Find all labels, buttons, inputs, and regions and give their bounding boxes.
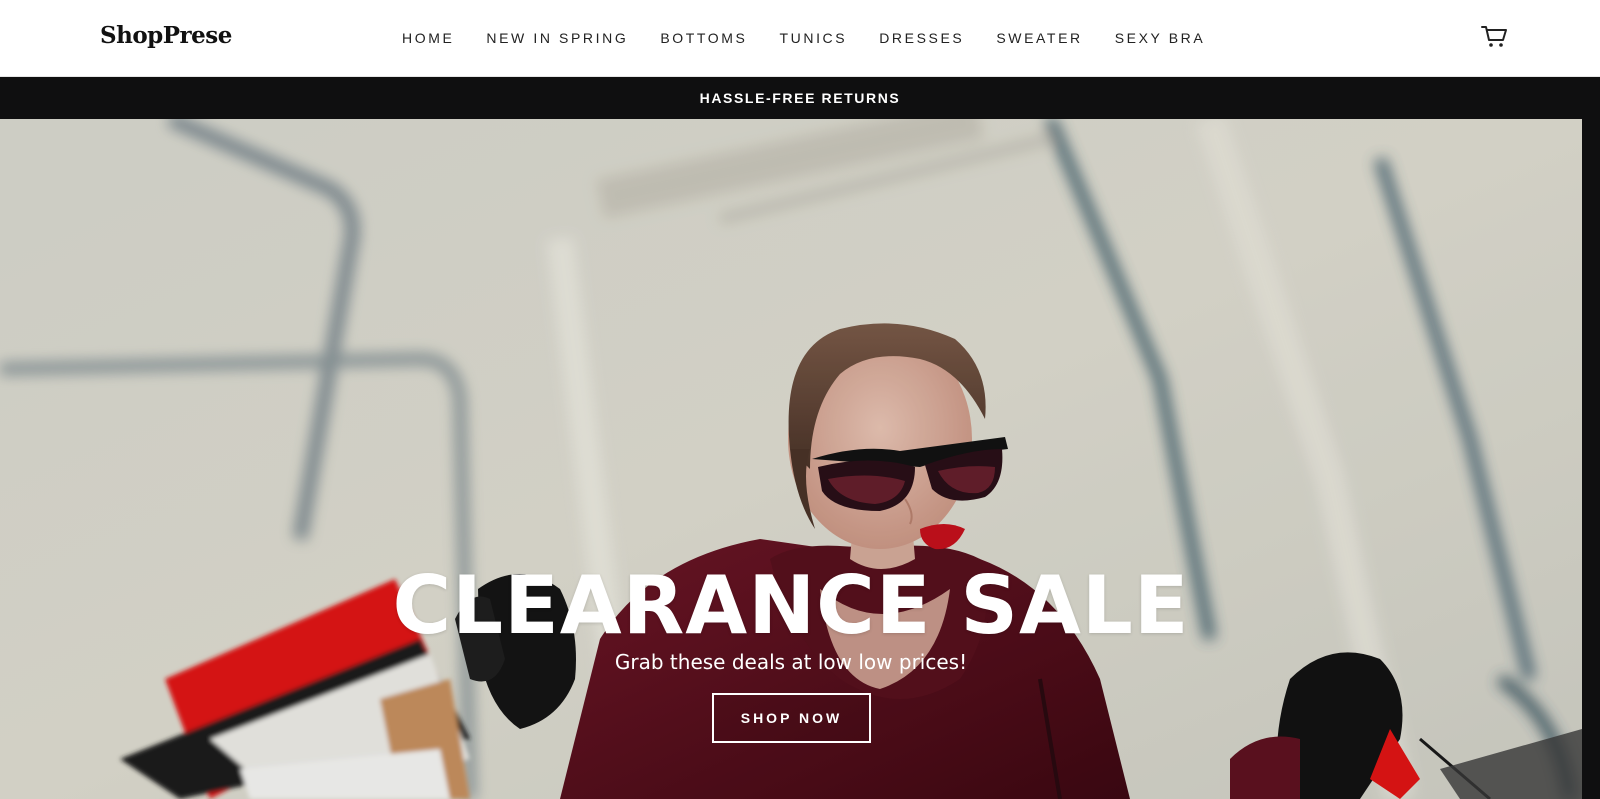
shop-now-button[interactable]: SHOP NOW bbox=[712, 693, 871, 743]
announcement-bar: HASSLE-FREE RETURNS bbox=[0, 77, 1600, 119]
cart-icon bbox=[1481, 26, 1507, 47]
hero-subtitle: Grab these deals at low low prices! bbox=[614, 650, 968, 674]
nav-item-home[interactable]: HOME bbox=[402, 30, 454, 46]
main-nav: HOME NEW IN SPRING BOTTOMS TUNICS DRESSE… bbox=[384, 30, 1221, 46]
hero-title: CLEARANCE SALE bbox=[392, 559, 1190, 652]
nav-item-sexy-bra[interactable]: SEXY BRA bbox=[1115, 30, 1206, 46]
site-logo[interactable]: ShopPrese bbox=[100, 22, 232, 49]
nav-item-sweater[interactable]: SWEATER bbox=[996, 30, 1082, 46]
nav-item-dresses[interactable]: DRESSES bbox=[879, 30, 964, 46]
cart-button[interactable] bbox=[1480, 24, 1508, 50]
nav-item-tunics[interactable]: TUNICS bbox=[780, 30, 848, 46]
hero-banner: CLEARANCE SALE Grab these deals at low l… bbox=[0, 119, 1582, 799]
announcement-text: HASSLE-FREE RETURNS bbox=[699, 90, 901, 106]
site-header: ShopPrese HOME NEW IN SPRING BOTTOMS TUN… bbox=[0, 0, 1600, 77]
nav-item-new-in-spring[interactable]: NEW IN SPRING bbox=[486, 30, 628, 46]
right-edge-strip bbox=[1582, 119, 1600, 799]
nav-item-bottoms[interactable]: BOTTOMS bbox=[660, 30, 747, 46]
